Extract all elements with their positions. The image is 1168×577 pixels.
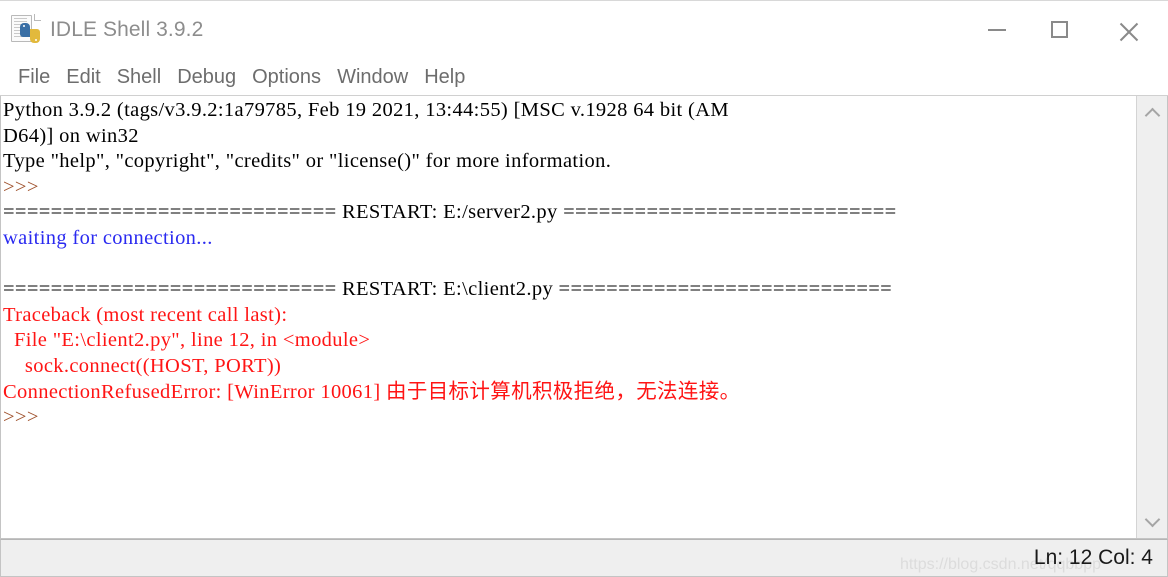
- window-title: IDLE Shell 3.9.2: [50, 17, 204, 41]
- shell-line: Traceback (most recent call last):: [3, 303, 288, 326]
- scroll-down-arrow[interactable]: [1137, 504, 1168, 538]
- cursor-position-indicator: Ln: 12 Col: 4: [1033, 546, 1153, 569]
- menu-item-help[interactable]: Help: [416, 67, 473, 87]
- shell-line: ============================ RESTART: E:…: [3, 201, 897, 224]
- menu-bar: File Edit Shell Debug Options Window Hel…: [0, 58, 1168, 96]
- menu-item-edit[interactable]: Edit: [58, 67, 108, 87]
- idle-shell-window: IDLE Shell 3.9.2 File Edit Shell Debug O…: [0, 0, 1168, 577]
- chevron-up-icon: [1144, 107, 1160, 123]
- shell-line: [3, 252, 1136, 278]
- title-bar: IDLE Shell 3.9.2: [0, 0, 1168, 58]
- close-button[interactable]: [1090, 1, 1168, 59]
- vertical-scrollbar[interactable]: [1136, 96, 1167, 538]
- shell-line: sock.connect((HOST, PORT)): [3, 354, 282, 377]
- shell-line: ConnectionRefusedError: [WinError 10061]…: [3, 380, 741, 403]
- menu-item-shell[interactable]: Shell: [109, 67, 169, 87]
- shell-line: >>>: [3, 175, 45, 198]
- scroll-up-arrow[interactable]: [1137, 96, 1168, 130]
- shell-line: ============================ RESTART: E:…: [3, 278, 893, 301]
- close-icon: [1119, 20, 1139, 40]
- menu-item-debug[interactable]: Debug: [169, 67, 244, 87]
- shell-line: waiting for connection...: [3, 226, 213, 249]
- menu-item-window[interactable]: Window: [329, 67, 416, 87]
- maximize-button[interactable]: [1028, 1, 1090, 59]
- scrollbar-track[interactable]: [1136, 130, 1167, 504]
- status-bar: https://blog.csdn.net/qqbbpp Ln: 12 Col:…: [0, 539, 1168, 577]
- shell-line: >>>: [3, 406, 45, 429]
- shell-output-text[interactable]: Python 3.9.2 (tags/v3.9.2:1a79785, Feb 1…: [1, 96, 1136, 538]
- shell-line: Python 3.9.2 (tags/v3.9.2:1a79785, Feb 1…: [3, 99, 729, 121]
- shell-line: D64)] on win32: [3, 124, 139, 147]
- minimize-icon: [988, 28, 1006, 31]
- minimize-button[interactable]: [966, 1, 1028, 59]
- shell-line: Type "help", "copyright", "credits" or "…: [3, 150, 612, 173]
- shell-line: File "E:\client2.py", line 12, in <modul…: [3, 329, 371, 352]
- chevron-down-icon: [1144, 511, 1160, 527]
- window-controls: [966, 1, 1168, 59]
- menu-item-file[interactable]: File: [10, 67, 58, 87]
- maximize-icon: [1050, 21, 1068, 38]
- python-document-icon: [10, 13, 41, 45]
- menu-item-options[interactable]: Options: [244, 67, 329, 87]
- shell-area: Python 3.9.2 (tags/v3.9.2:1a79785, Feb 1…: [0, 96, 1168, 539]
